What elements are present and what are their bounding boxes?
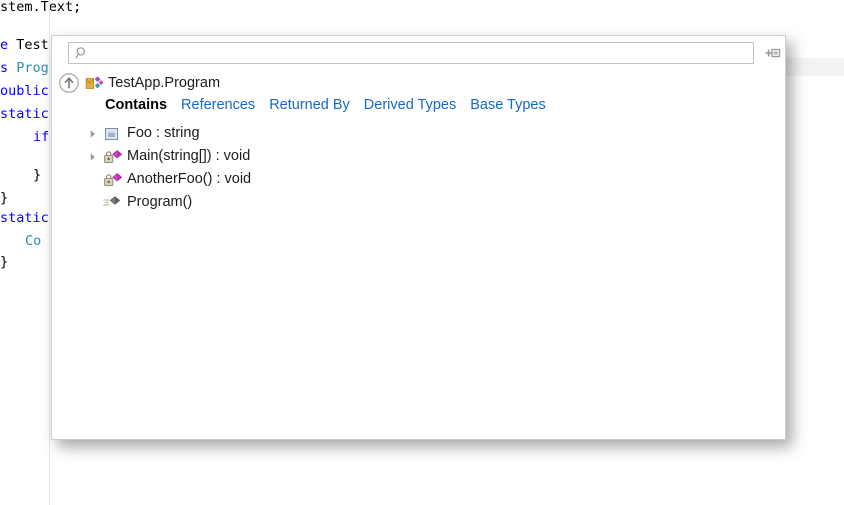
member-row[interactable]: Program() [52,191,785,214]
code-token: e [0,37,17,53]
search-input[interactable] [93,43,749,63]
field-icon [105,127,118,140]
code-line: s Prog [0,57,49,80]
search-box[interactable] [68,42,754,64]
code-line: } [33,164,41,187]
member-row[interactable]: Foo : string [52,122,785,145]
method-private-icon [104,172,123,186]
member-icon [102,171,124,189]
code-token: } [0,190,9,206]
expander-placeholder [86,191,100,214]
code-token: oublic [0,83,49,99]
member-label: Main(string[]) : void [127,148,251,164]
tab-base-types[interactable]: Base Types [470,96,546,115]
method-private-icon [104,149,123,163]
code-token: } [0,254,9,270]
member-label: Program() [127,194,193,210]
type-name: TestApp.Program [108,75,221,91]
pushpin-icon[interactable] [764,45,782,61]
code-line: } [0,251,8,274]
expander-placeholder [86,168,100,191]
chevron-right-glyph [90,129,95,138]
navigate-to-popup: TestApp.Program Contains References Return… [51,35,786,440]
tab-bar: Contains References Returned By Derived Typ… [105,96,546,115]
member-icon [102,125,124,143]
code-token: stem.Text; [0,0,82,15]
code-token: if [33,129,50,145]
tab-derived-types[interactable]: Derived Types [364,96,456,115]
class-icon [85,76,104,89]
search-icon [75,47,85,59]
code-token: } [33,167,42,183]
code-token: Test [16,37,49,53]
member-label: AnotherFoo() : void [127,171,252,187]
code-line: Co [25,230,41,253]
search-row [52,36,785,68]
code-line: static [0,207,49,230]
member-label: Foo : string [127,125,200,141]
chevron-right-glyph [90,152,95,161]
member-icon [102,148,124,166]
code-token: Co [25,233,42,249]
chevron-right-icon[interactable] [86,122,100,145]
code-token: Prog [16,60,49,76]
member-list: Foo : string Main(string[]) : void Another… [52,122,785,214]
constructor-icon [103,195,121,206]
code-line: if [33,126,49,149]
editor-vertical-guide [49,0,50,505]
code-line: e Test [0,34,49,57]
code-token: s [0,60,17,76]
code-token: static [0,210,49,226]
code-line: stem.Text; [0,0,81,19]
member-icon [102,194,124,212]
screen: stem.Text; e Test s Prog oublic static if}} st… [0,0,844,505]
member-row[interactable]: AnotherFoo() : void [52,168,785,191]
type-header: TestApp.Program [52,72,785,98]
code-line: oublic [0,80,49,103]
code-token: static [0,106,49,122]
tab-returned-by[interactable]: Returned By [269,96,350,115]
tab-references[interactable]: References [181,96,255,115]
tab-contains[interactable]: Contains [105,96,167,115]
arrow-up-circle-icon[interactable] [58,72,80,94]
chevron-right-icon[interactable] [86,145,100,168]
member-row[interactable]: Main(string[]) : void [52,145,785,168]
code-line: static [0,103,49,126]
